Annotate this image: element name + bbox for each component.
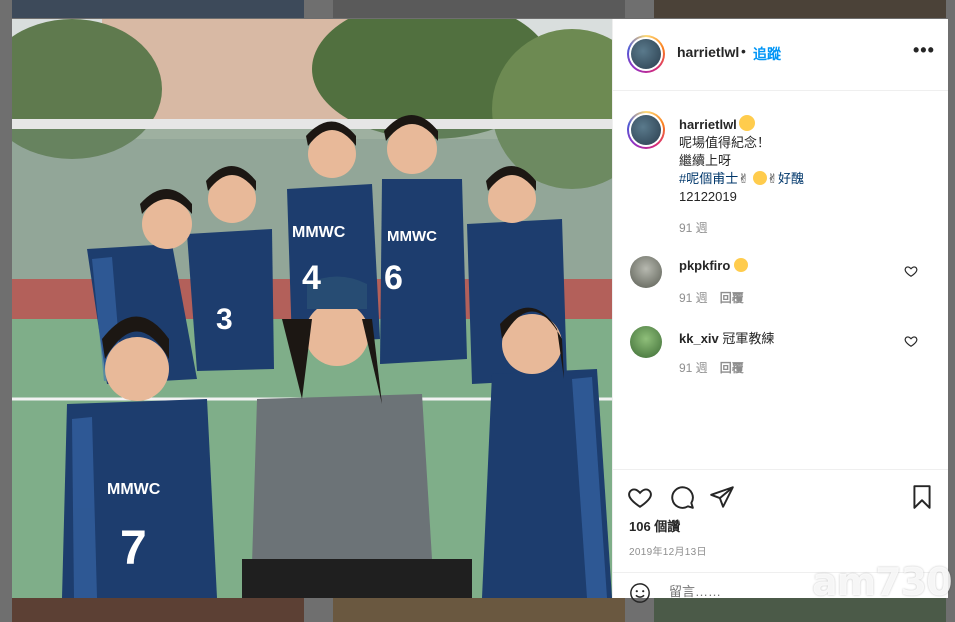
caption-text: 呢場值得紀念！ 繼續上呀 #呢個甫士✌ ✌好醜 12122019 [679,134,804,206]
background-thumbnail [12,598,304,622]
comment-time[interactable]: 91 週 [679,291,708,305]
jersey-text: MMWC [292,224,346,241]
reply-button[interactable]: 回覆 [720,361,744,375]
caption-avatar[interactable] [627,111,665,149]
jersey-text: MMWC [387,228,437,245]
comment-avatar[interactable] [630,256,662,288]
caption-hashtag-suffix: 好醜 [778,171,805,186]
follow-button[interactable]: 追蹤 [753,44,781,64]
laughing-emoji-icon [734,258,749,272]
sad-face-emoji-icon [739,115,755,131]
comment-username[interactable]: pkpkfiro [679,258,749,273]
comment-username[interactable]: kk_xiv 冠軍教練 [679,328,774,347]
emoji-picker-icon[interactable] [629,582,651,604]
caption-line: #呢個甫士✌ ✌好醜 [679,170,804,188]
hand-emoji-icon: ✌ [738,171,750,186]
like-comment-heart-icon[interactable] [904,334,918,348]
hand-emoji-icon: ✌ [767,171,779,186]
comment-meta: 91 週回覆 [679,359,744,376]
jersey-number: 7 [120,522,147,575]
team-photo-illustration: MMWC MMWC MMWC 4 6 3 7 [12,19,612,598]
caption-time[interactable]: 91 週 [679,219,708,236]
save-bookmark-icon[interactable] [909,484,935,510]
hashtag-link[interactable]: #呢個甫士 [679,171,738,186]
caption-line: 呢場值得紀念！ [679,135,771,150]
jersey-number: 6 [384,259,403,297]
background-thumbnail [12,0,304,18]
like-heart-icon[interactable] [627,484,653,510]
jersey-text: MMWC [107,481,161,498]
jersey-number: 3 [216,303,233,336]
post-username[interactable]: harrietlwl [677,44,739,60]
comment-time[interactable]: 91 週 [679,361,708,375]
background-thumbnail [654,0,946,18]
post-header: harrietlwl • 追蹤 ••• [613,19,948,91]
avatar[interactable] [627,35,665,73]
separator-dot: • [741,43,746,59]
comment-meta: 91 週回覆 [679,289,744,306]
like-comment-heart-icon[interactable] [904,264,918,278]
comment-avatar[interactable] [630,326,662,358]
post-modal: MMWC MMWC MMWC 4 6 3 7 harrietlwl • 追蹤 •… [12,19,948,603]
background-thumbnail [333,0,625,18]
watermark-logo: am730 [812,560,953,604]
caption-username[interactable]: harrietlwl [679,117,737,132]
share-paper-plane-icon[interactable] [709,484,735,510]
post-photo[interactable]: MMWC MMWC MMWC 4 6 3 7 [12,19,612,598]
more-options-icon[interactable]: ••• [913,41,935,63]
comment-text: 冠軍教練 [722,331,775,346]
comment-bubble-icon[interactable] [669,484,695,510]
caption-line: 繼續上呀 [679,153,732,168]
caption-line: 12122019 [679,189,737,204]
likes-count[interactable]: 106 個讚 [629,516,680,535]
post-actions: 106 個讚 2019年12月13日 [613,469,948,558]
background-thumbnail [333,598,625,622]
post-date[interactable]: 2019年12月13日 [629,543,707,558]
reply-button[interactable]: 回覆 [720,291,744,305]
jersey-number: 4 [302,259,321,297]
laughing-emoji-icon [753,171,768,185]
post-side-panel: harrietlwl • 追蹤 ••• harrietlwl 呢場值得紀念！ 繼… [612,19,948,603]
